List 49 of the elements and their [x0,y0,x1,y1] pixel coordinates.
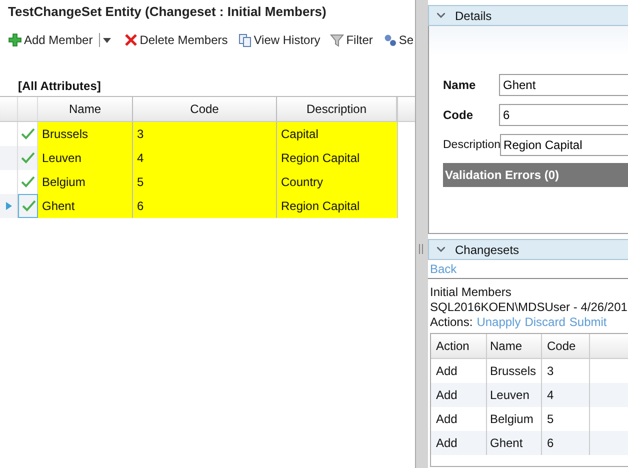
table-cell: Country [277,170,397,194]
column-header[interactable]: Name [38,97,133,121]
column-header[interactable]: Code [542,334,590,358]
grid-row[interactable]: Leuven 4 Region Capital [0,146,415,170]
table-cell: 6 [133,194,277,218]
table-cell: 4 [542,383,590,407]
grid-row[interactable]: Brussels 3 Capital [0,122,415,146]
field-label: Description [443,139,501,151]
table-cell: Region Capital [277,146,397,170]
input-field[interactable]: Ghent [499,74,628,96]
column-header[interactable]: Action [431,334,487,358]
input-field[interactable]: 6 [499,104,628,126]
table-cell: Region Capital [277,194,397,218]
toolbar-button[interactable]: View History [238,31,320,49]
table-cell: Capital [277,122,397,146]
table-cell: Ghent [38,194,133,218]
table-cell: 3 [133,122,277,146]
table-cell: Add [431,431,487,455]
panel-title: Details [455,8,492,22]
field-label: Code [443,108,474,122]
toolbar-button[interactable]: Se [382,31,414,49]
table-cell: Belgium [38,170,133,194]
table-cell: Leuven [487,383,542,407]
changeset-owner: SQL2016KOEN\MDSUser - 4/26/201 [430,300,628,315]
panel-header[interactable]: Details [428,5,628,26]
column-header[interactable]: Description [277,97,397,121]
validation-bar: Validation Errors (0) [443,163,628,187]
table-cell: 5 [133,170,277,194]
table-cell: 4 [133,146,277,170]
table-cell: Ghent [487,431,542,455]
grid-row[interactable]: Belgium 5 Country [0,170,415,194]
table-cell: 6 [542,431,590,455]
view-label: [All Attributes] [18,79,102,95]
table-cell: Brussels [38,122,133,146]
column-header[interactable]: Code [133,97,277,121]
entity-title: TestChangeSet Entity (Changeset : Initial Members) [7,3,328,21]
toolbar-button[interactable]: Add Member [8,31,96,49]
panel-header[interactable]: Changesets [428,239,628,260]
changeset-name: Initial Members [430,285,512,300]
panel-title: Changesets [455,242,520,256]
input-field[interactable]: Region Capital [500,134,628,156]
column-header[interactable]: Name [487,334,542,358]
table-cell: Add [431,383,487,407]
actions-label: Actions: [430,315,473,330]
toolbar-button[interactable]: Filter [330,31,373,49]
field-label: Name [443,78,477,92]
grid-row[interactable]: Ghent 6 Region Capital [0,194,415,218]
toolbar-button[interactable]: Delete Members [124,31,228,49]
table-cell: Leuven [38,146,133,170]
